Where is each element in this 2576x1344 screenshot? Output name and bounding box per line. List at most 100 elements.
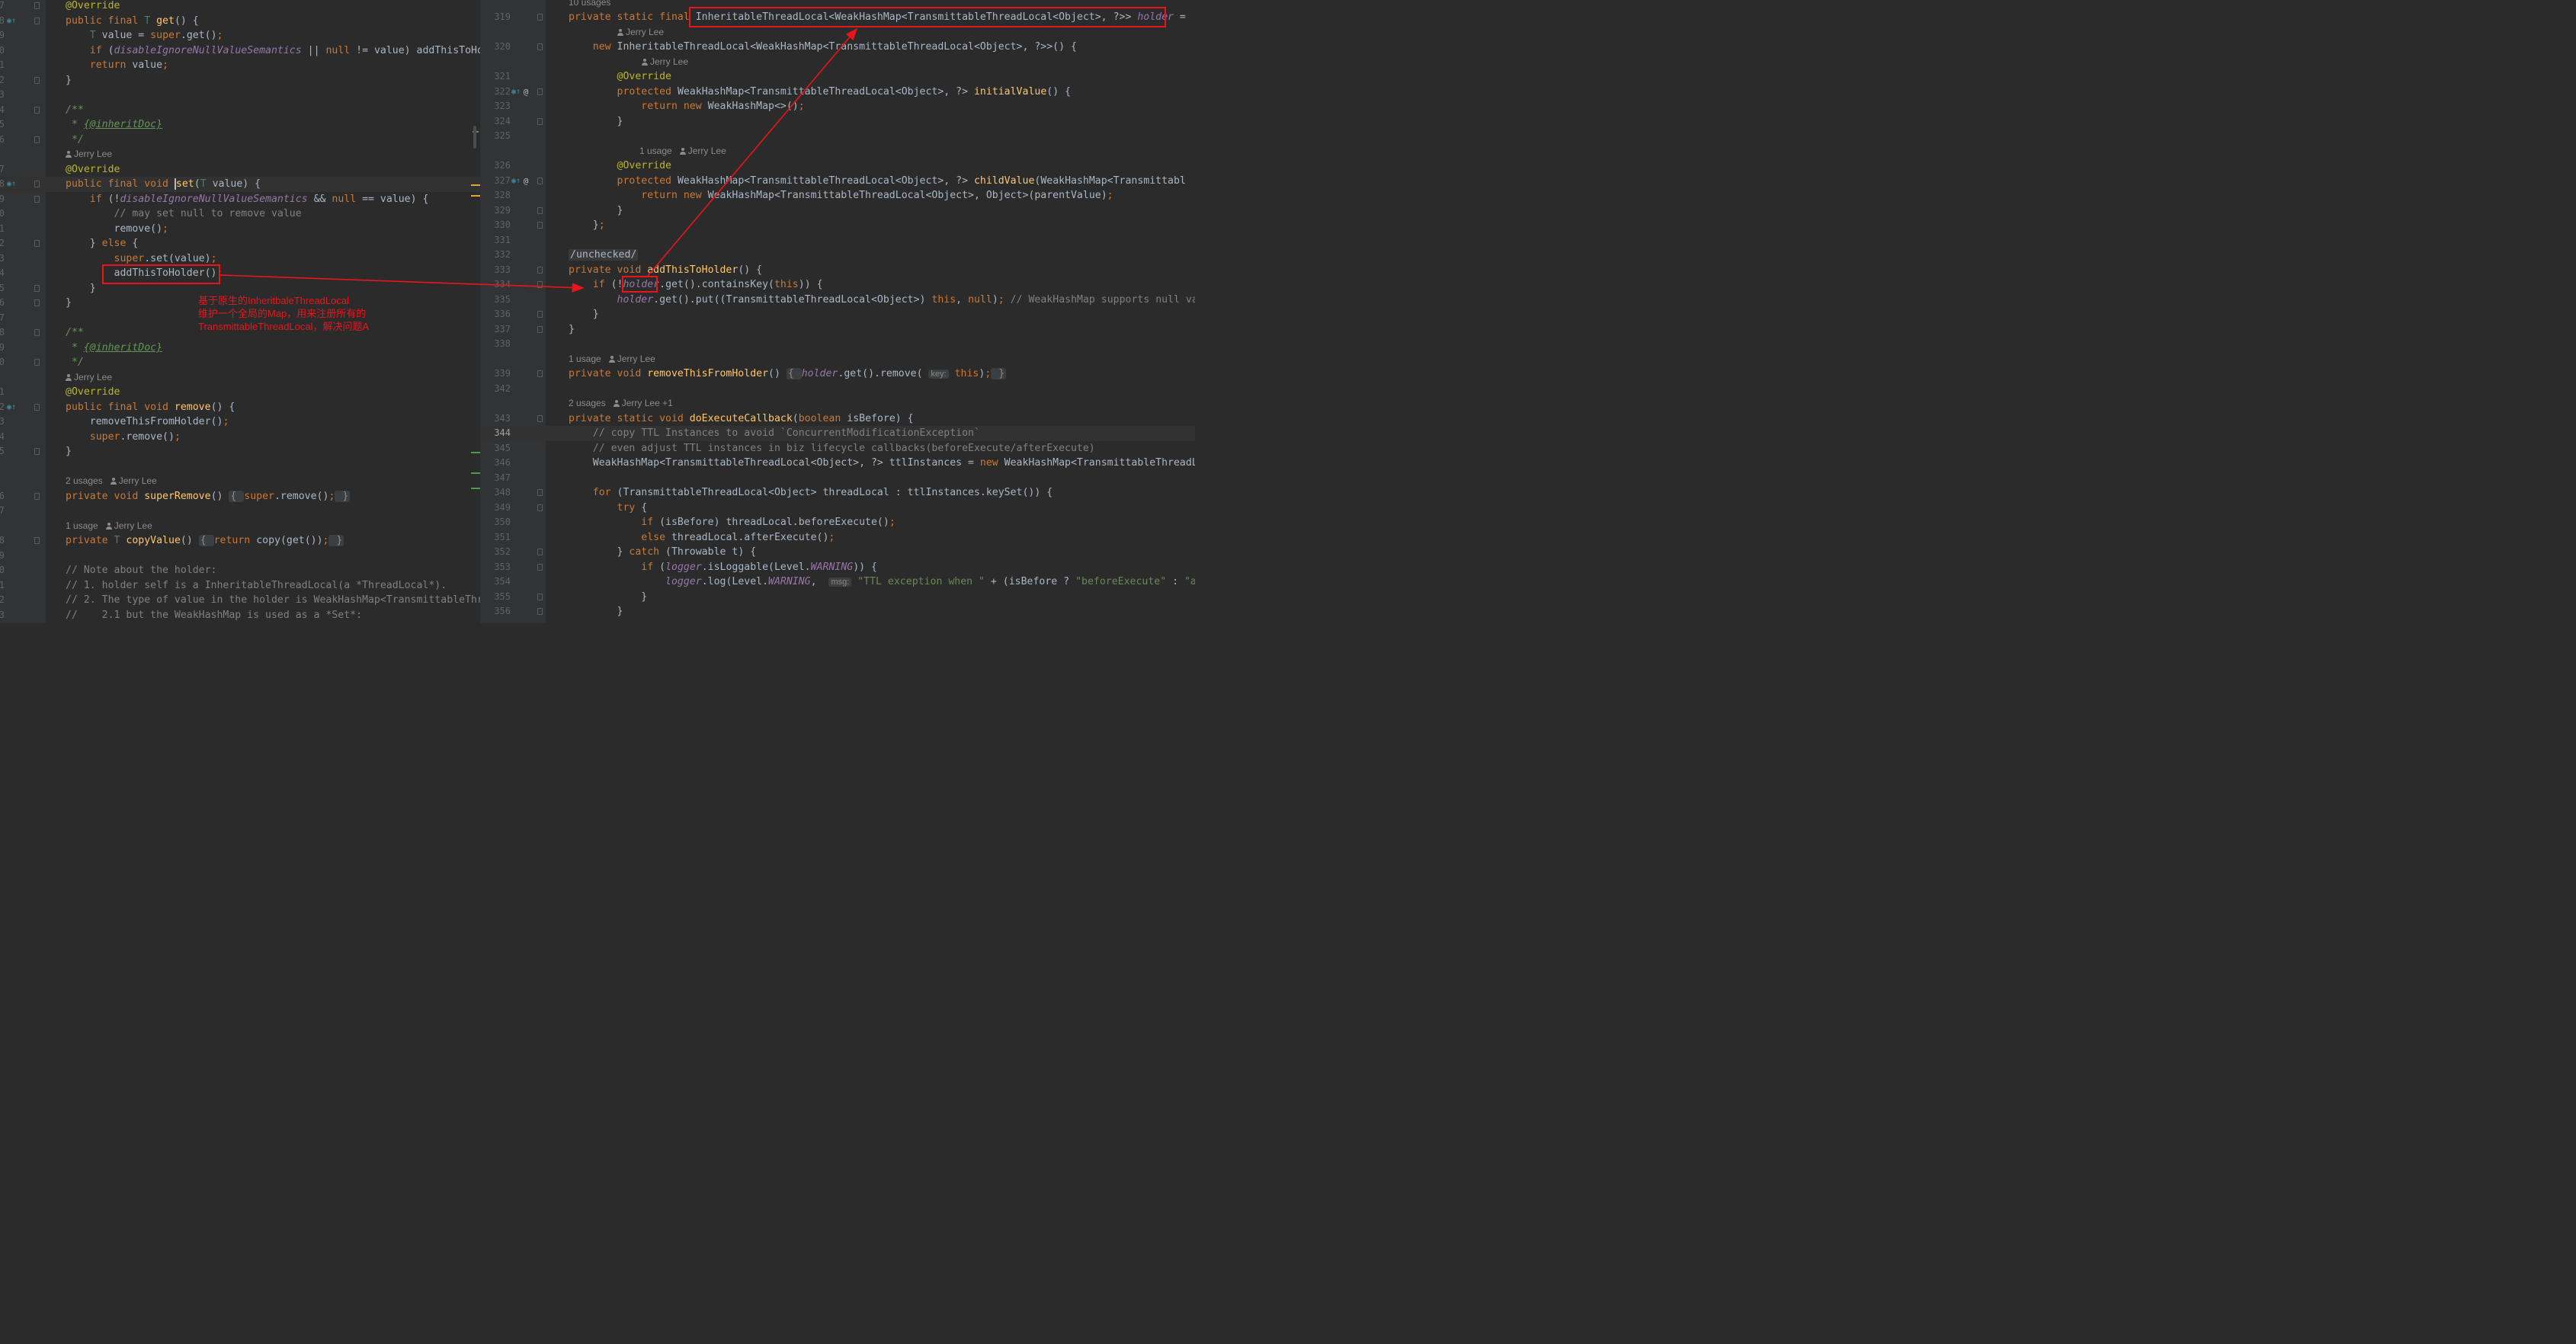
code-text[interactable]: } (569, 322, 575, 338)
code-line[interactable]: 347 (482, 471, 1195, 486)
line-number[interactable]: 343 (486, 411, 511, 427)
code-line[interactable]: 320 new InheritableThreadLocal<WeakHashM… (482, 40, 1195, 55)
fold-marker-icon[interactable] (537, 325, 543, 333)
line-number[interactable]: 9 (0, 192, 5, 207)
line-number[interactable]: 338 (486, 337, 511, 352)
code-line[interactable]: 1 return value; (0, 58, 481, 73)
code-line[interactable]: 2 // 2. The type of value in the holder i… (0, 593, 481, 608)
code-line[interactable]: 1 // 1. holder self is a InheritableThrea… (0, 578, 481, 594)
fold-marker-icon[interactable] (34, 195, 40, 203)
line-number[interactable]: 352 (486, 545, 511, 560)
code-text[interactable]: } (66, 444, 72, 459)
code-text[interactable]: } (569, 307, 599, 322)
code-text[interactable]: } (569, 114, 623, 130)
line-number[interactable]: 331 (486, 233, 511, 248)
code-line[interactable]: 0 if (disableIgnoreNullValueSemantics ||… (0, 43, 481, 59)
code-line[interactable]: 332/unchecked/ (482, 248, 1195, 263)
code-text[interactable]: new InheritableThreadLocal<WeakHashMap<T… (569, 40, 1077, 55)
line-number[interactable]: 320 (486, 40, 511, 55)
code-text[interactable]: if (!disableIgnoreNullValueSemantics && … (66, 192, 429, 207)
line-number[interactable]: 5 (0, 117, 5, 133)
code-line[interactable]: 350 if (isBefore) threadLocal.beforeExec… (482, 515, 1195, 530)
code-line[interactable]: 329 } (482, 203, 1195, 219)
fold-marker-icon[interactable] (537, 43, 543, 50)
code-line[interactable]: 334 if (!holder.get().containsKey(this))… (482, 277, 1195, 293)
code-text[interactable]: // 2.1 but the WeakHashMap is used as a … (66, 608, 362, 623)
line-number[interactable]: 342 (486, 382, 511, 397)
line-number[interactable]: 6 (0, 296, 5, 311)
code-line[interactable]: 323 return new WeakHashMap<>(); (482, 99, 1195, 114)
line-number[interactable]: 325 (486, 129, 511, 144)
fold-marker-icon[interactable] (537, 504, 543, 511)
code-line[interactable]: 353 if (logger.isLoggable(Level.WARNING)… (482, 560, 1195, 575)
author-inlay-hint[interactable]: Jerry Lee (66, 147, 112, 162)
fold-marker-icon[interactable] (537, 608, 543, 615)
code-line[interactable]: 9 * {@inheritDoc} (0, 341, 481, 356)
code-text[interactable]: @Override (569, 69, 671, 85)
line-number[interactable]: 356 (486, 604, 511, 619)
fold-marker-icon[interactable] (34, 329, 40, 336)
code-line[interactable]: 333 private void addThisToHolder() { (482, 263, 1195, 278)
fold-marker-icon[interactable] (537, 117, 543, 125)
line-number[interactable]: 351 (486, 530, 511, 546)
code-text[interactable]: private void removeThisFromHolder() { ho… (569, 366, 1007, 382)
line-number[interactable]: 319 (486, 10, 511, 25)
code-line[interactable]: 9 (0, 549, 481, 564)
line-number[interactable]: 3 (0, 251, 5, 267)
fold-marker-icon[interactable] (34, 537, 40, 544)
code-line[interactable]: 338 (482, 337, 1195, 352)
code-text[interactable]: @Override (569, 158, 671, 174)
line-number[interactable]: 336 (486, 307, 511, 322)
code-line[interactable]: 2 } else { (0, 236, 481, 251)
code-line[interactable]: 327 ◉↑ @ protected WeakHashMap<Transmittab… (482, 174, 1195, 189)
code-line[interactable]: 5 * {@inheritDoc} (0, 117, 481, 133)
code-text[interactable]: // copy TTL Instances to avoid `Concurre… (569, 426, 980, 441)
code-text[interactable]: } (569, 604, 623, 619)
code-line[interactable]: 344 // copy TTL Instances to avoid `Conc… (482, 426, 1195, 441)
code-line[interactable]: 328 return new WeakHashMap<Transmittable… (482, 188, 1195, 203)
code-line[interactable]: 0 // may set null to remove value (0, 206, 481, 222)
code-line[interactable]: 342 (482, 382, 1195, 397)
line-number[interactable]: 347 (486, 471, 511, 486)
line-number[interactable]: 353 (486, 560, 511, 575)
line-number[interactable]: 5 (0, 444, 5, 459)
code-line[interactable]: 348 for (TransmittableThreadLocal<Object… (482, 485, 1195, 501)
line-number[interactable]: 337 (486, 322, 511, 338)
code-text[interactable]: /unchecked/ (569, 248, 639, 263)
line-number[interactable]: 7 (0, 504, 5, 519)
line-number[interactable]: 3 (0, 88, 5, 103)
code-text[interactable]: // may set null to remove value (66, 206, 302, 222)
usages-inlay-hint[interactable]: 1 usage Jerry Lee (66, 519, 152, 533)
line-number[interactable]: 6 (0, 489, 5, 504)
line-number[interactable]: 334 (486, 277, 511, 293)
line-number[interactable]: 1 (0, 385, 5, 400)
line-number[interactable]: 6 (0, 133, 5, 148)
fold-marker-icon[interactable] (34, 181, 40, 187)
code-text[interactable]: private void superRemove() { super.remov… (66, 489, 351, 504)
code-text[interactable]: remove(); (66, 222, 168, 237)
code-line[interactable]: 336 } (482, 307, 1195, 322)
code-line[interactable]: 354 logger.log(Level.WARNING, msg: "TTL … (482, 574, 1195, 590)
code-line[interactable]: 330 }; (482, 218, 1195, 233)
override-method-icon[interactable]: ◉↑ (511, 85, 521, 100)
code-text[interactable]: try { (569, 501, 648, 516)
fold-marker-icon[interactable] (537, 593, 543, 600)
line-number[interactable]: 2 (0, 400, 5, 415)
fold-marker-icon[interactable] (537, 88, 543, 95)
code-text[interactable]: @Override (66, 0, 120, 14)
line-number[interactable]: 7 (0, 311, 5, 326)
author-inlay-hint[interactable]: Jerry Lee (617, 25, 664, 40)
line-number[interactable]: 9 (0, 28, 5, 43)
annotation-gutter-icon[interactable]: @ (521, 174, 530, 189)
usages-inlay-hint[interactable]: 1 usage Jerry Lee (639, 144, 726, 158)
code-text[interactable]: public final void set(T value) { (66, 177, 261, 192)
usages-inlay-hint[interactable]: 2 usages Jerry Lee +1 (569, 396, 673, 411)
line-number[interactable]: 323 (486, 99, 511, 114)
line-number[interactable]: 0 (0, 206, 5, 222)
fold-marker-icon[interactable] (537, 266, 543, 274)
code-text[interactable]: if (logger.isLoggable(Level.WARNING)) { (569, 560, 877, 575)
code-line[interactable]: 3 (0, 88, 481, 103)
line-number[interactable]: 321 (486, 69, 511, 85)
code-text[interactable]: } (569, 203, 623, 219)
line-number[interactable]: 348 (486, 485, 511, 501)
